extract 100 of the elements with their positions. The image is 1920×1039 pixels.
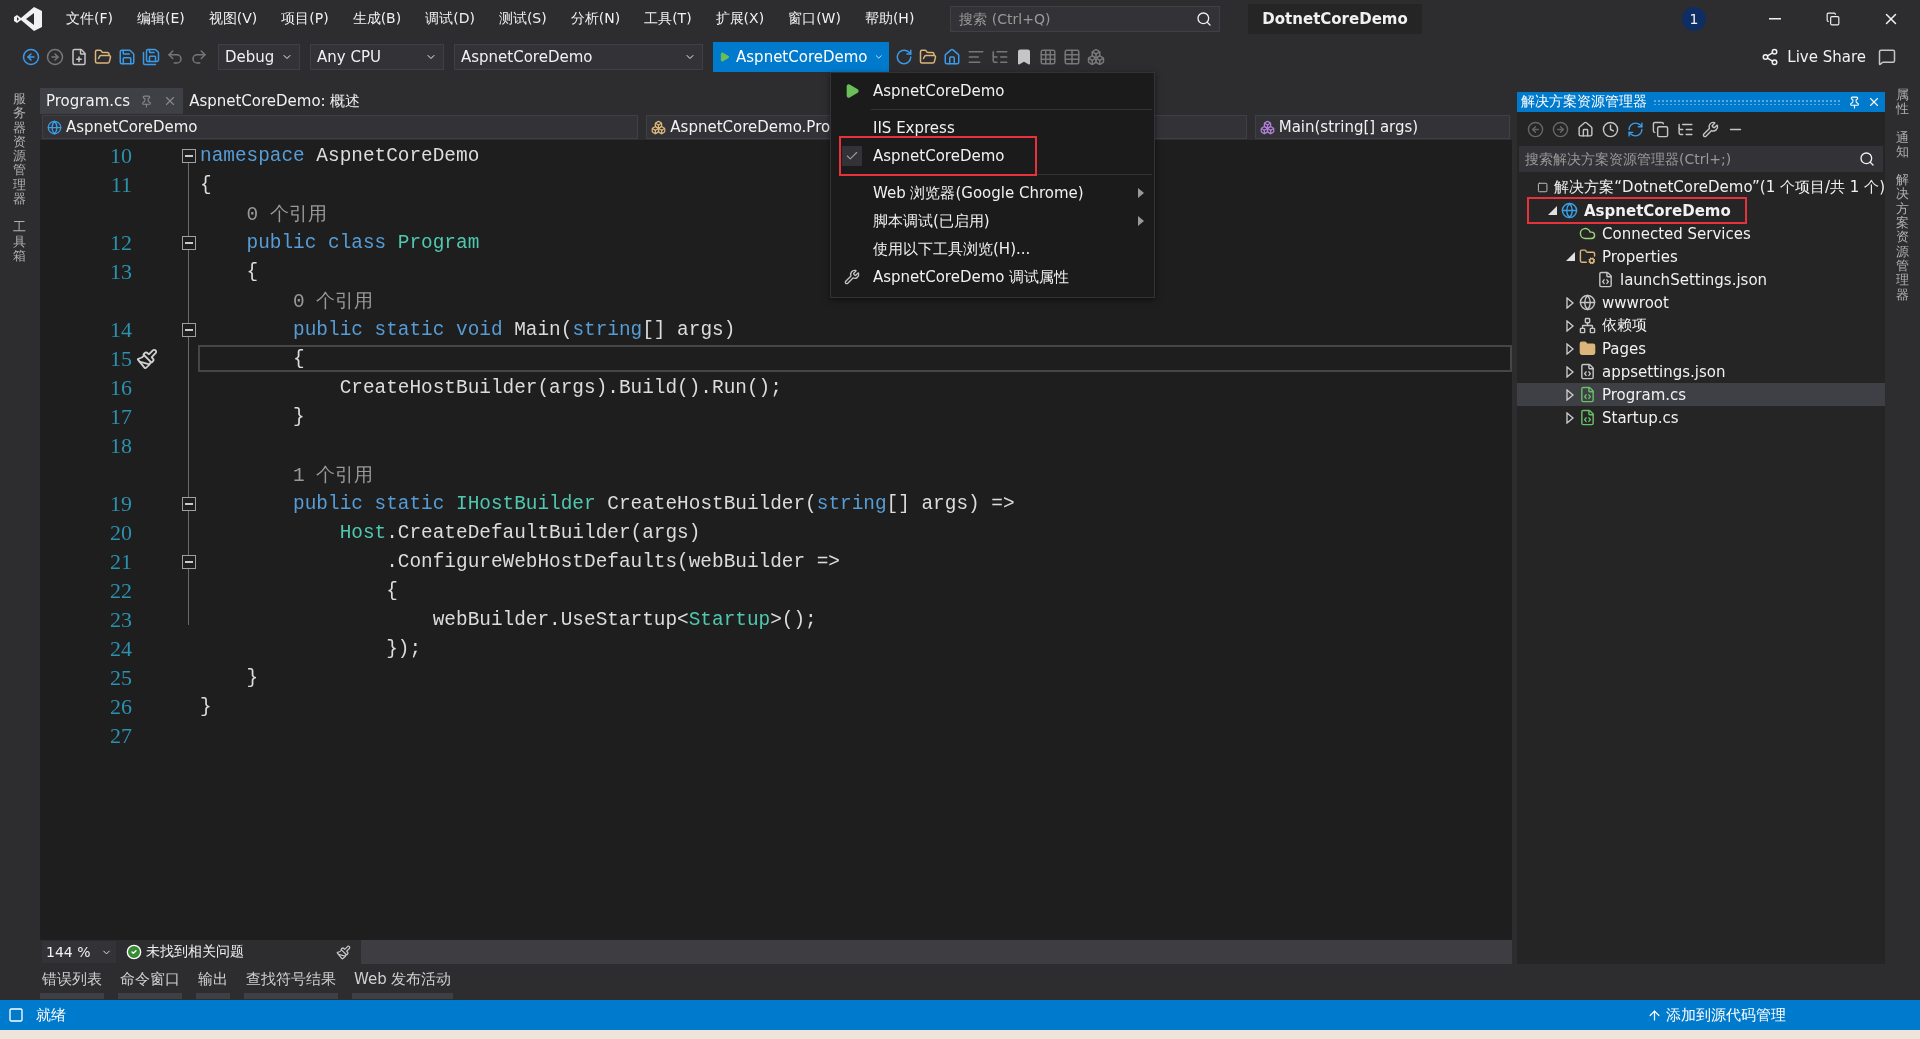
table-icon[interactable] [1063,48,1081,66]
forward-icon[interactable] [1552,120,1569,138]
menu-option[interactable]: AspnetCoreDemo 调试属性 [873,267,1154,287]
tree-item[interactable]: Program.cs [1517,383,1885,406]
tree-item[interactable]: 解决方案“DotnetCoreDemo”(1 个项目/共 1 个) [1517,176,1885,199]
notification-badge[interactable]: 1 [1682,7,1706,31]
menu-item[interactable]: 测试(S) [486,6,559,32]
pin-icon[interactable] [1848,95,1861,109]
solution-name: DotnetCoreDemo [1248,4,1422,34]
menu-item[interactable]: 编辑(E) [125,6,197,32]
menu-item[interactable]: 项目(P) [269,6,341,32]
wrench-icon[interactable] [1702,120,1719,138]
document-tab[interactable]: Program.cs [40,88,184,114]
expanded-arrow-icon[interactable] [1547,206,1557,215]
tree-item[interactable]: Pages [1517,337,1885,360]
menu-item[interactable]: 生成(B) [340,6,414,32]
zoom-dropdown[interactable]: 144 % [42,941,116,963]
code-line: { [245,260,259,283]
open-folder-icon[interactable] [919,48,937,66]
clock-icon[interactable] [1602,120,1619,138]
boxes-icon[interactable] [1087,48,1105,66]
collapse-toggle[interactable] [182,322,196,337]
tree-item[interactable]: Connected Services [1517,222,1885,245]
undo-icon[interactable] [166,48,184,66]
brush-icon[interactable] [336,944,351,960]
platform-dropdown[interactable]: Any CPU [310,44,444,70]
tree-item[interactable]: 依赖项 [1517,314,1885,337]
menu-option[interactable]: AspnetCoreDemo [873,147,1154,165]
reference-count[interactable]: 1 个引用 [200,461,374,488]
side-tab[interactable]: 通知 [1895,130,1910,160]
menu-option[interactable]: IIS Express [873,119,1154,137]
reference-count[interactable]: 0 个引用 [200,287,374,314]
back-icon[interactable] [22,48,40,66]
redo-icon[interactable] [190,48,208,66]
collapsed-arrow-icon[interactable] [1566,296,1574,309]
issues-status[interactable]: 未找到相关问题 [146,943,244,961]
refresh-icon[interactable] [1627,120,1644,138]
side-tab[interactable]: 解决方案资源管理器 [1895,173,1910,302]
forward-icon[interactable] [46,48,64,66]
collapse-toggle[interactable] [182,554,196,569]
live-share-button[interactable]: Live Share [1755,47,1872,67]
menu-item[interactable]: 窗口(W) [776,6,853,32]
collapsed-arrow-icon[interactable] [1566,388,1574,401]
tree-item[interactable]: launchSettings.json [1517,268,1885,291]
menu-item[interactable]: 工具(T) [632,6,704,32]
close-icon[interactable] [1867,95,1881,109]
back-icon[interactable] [1527,120,1544,138]
menu-option[interactable]: 脚本调试(已启用) [873,211,1138,231]
reference-count[interactable]: 0 个引用 [200,200,327,227]
list-icon[interactable] [967,48,985,66]
feedback-icon[interactable] [1878,48,1896,66]
menu-option[interactable]: AspnetCoreDemo [873,82,1154,100]
grid-icon[interactable] [1039,48,1057,66]
horizontal-scrollbar[interactable] [361,940,1512,964]
collapsed-arrow-icon[interactable] [1566,342,1574,355]
home-icon[interactable] [943,48,961,66]
cloud-icon [1579,225,1596,242]
menu-item[interactable]: 分析(N) [558,6,633,32]
run-button[interactable]: AspnetCoreDemo [713,42,889,72]
tree-item[interactable]: wwwroot [1517,291,1885,314]
new-file-icon[interactable] [70,48,88,66]
menu-item[interactable]: 调试(D) [413,6,487,32]
home-icon[interactable] [1577,120,1594,138]
collapse-toggle[interactable] [182,496,196,511]
tree-item[interactable]: appsettings.json [1517,360,1885,383]
search-field[interactable]: 搜索解决方案资源管理器(Ctrl+;) [1519,146,1883,172]
menu-item[interactable]: 视图(V) [196,6,270,32]
tree-item[interactable]: Startup.cs [1517,406,1885,429]
tree-item[interactable]: Properties [1517,245,1885,268]
collapsed-arrow-icon[interactable] [1566,319,1574,332]
search-field[interactable]: 搜索 (Ctrl+Q) [950,6,1221,32]
source-control-button[interactable]: 添加到源代码管理 [1641,1004,1792,1026]
navigation-dropdown[interactable]: Main(string[] args) [1254,115,1510,139]
menu-option[interactable]: 使用以下工具浏览(H)... [873,239,1154,259]
menu-item[interactable]: 扩展(X) [703,6,777,32]
pin-icon[interactable] [140,94,154,108]
collapse-toggle[interactable] [182,148,196,163]
save-icon[interactable] [118,48,136,66]
bookmark-icon[interactable] [1015,48,1033,66]
copy-icon[interactable] [1652,120,1669,138]
expanded-arrow-icon[interactable] [1565,252,1575,261]
document-tab[interactable]: AspnetCoreDemo: 概述 [183,88,367,114]
configuration-dropdown[interactable]: Debug [218,44,300,70]
menu-item[interactable]: 帮助(H) [852,6,927,32]
menu-item[interactable]: 文件(F) [54,6,125,32]
navigation-dropdown[interactable]: AspnetCoreDemo [42,115,639,139]
startup-project-dropdown[interactable]: AspnetCoreDemo [454,44,703,70]
side-tab[interactable]: 服务器资源管理器 [12,92,28,207]
collapsed-arrow-icon[interactable] [1566,411,1574,424]
refresh-icon[interactable] [895,48,913,66]
side-tab[interactable]: 工具箱 [12,220,28,264]
brush-icon[interactable] [136,347,158,370]
menu-option[interactable]: Web 浏览器(Google Chrome) [873,183,1138,203]
side-tab[interactable]: 属性 [1895,88,1910,117]
code-line: webBuilder.UseStartup<Startup>(); [431,608,817,631]
save-all-icon[interactable] [142,48,160,66]
open-folder-icon[interactable] [94,48,112,66]
tree-item[interactable]: AspnetCoreDemo [1517,199,1885,222]
collapse-toggle[interactable] [182,235,196,250]
collapsed-arrow-icon[interactable] [1566,365,1574,378]
